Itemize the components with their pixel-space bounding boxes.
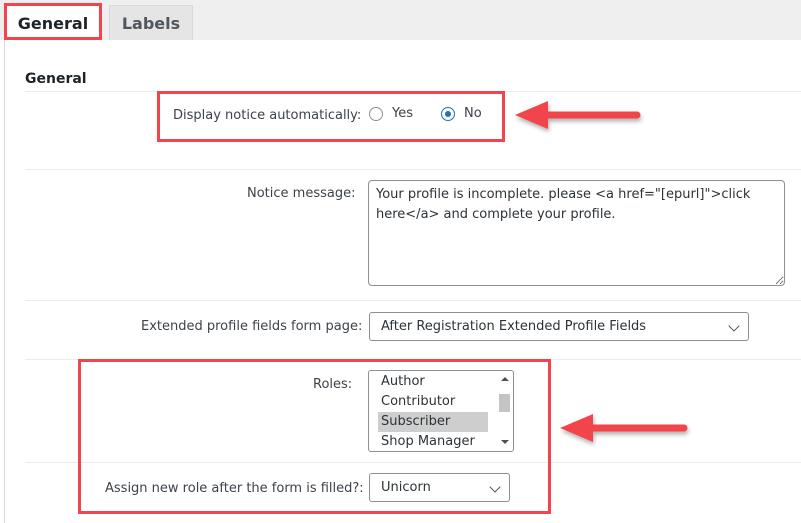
chevron-down-icon	[728, 320, 740, 332]
tab-labels[interactable]: Labels	[109, 5, 193, 40]
divider	[25, 300, 801, 301]
section-title: General	[25, 71, 87, 87]
form-page-value: After Registration Extended Profile Fiel…	[381, 319, 647, 334]
highlight-box-roles	[78, 359, 551, 514]
highlight-box-display-notice	[157, 91, 505, 142]
arrow-pointer-icon	[515, 101, 641, 129]
form-page-label: Extended profile fields form page:	[141, 319, 363, 334]
arrow-pointer-icon	[560, 414, 688, 442]
notice-message-textarea[interactable]: Your profile is incomplete. please <a hr…	[368, 180, 785, 286]
notice-message-label: Notice message:	[247, 186, 356, 201]
tab-bar: General Labels	[0, 0, 801, 40]
divider	[25, 169, 801, 170]
form-page-select[interactable]: After Registration Extended Profile Fiel…	[369, 312, 749, 341]
highlight-box-tab	[4, 3, 102, 40]
